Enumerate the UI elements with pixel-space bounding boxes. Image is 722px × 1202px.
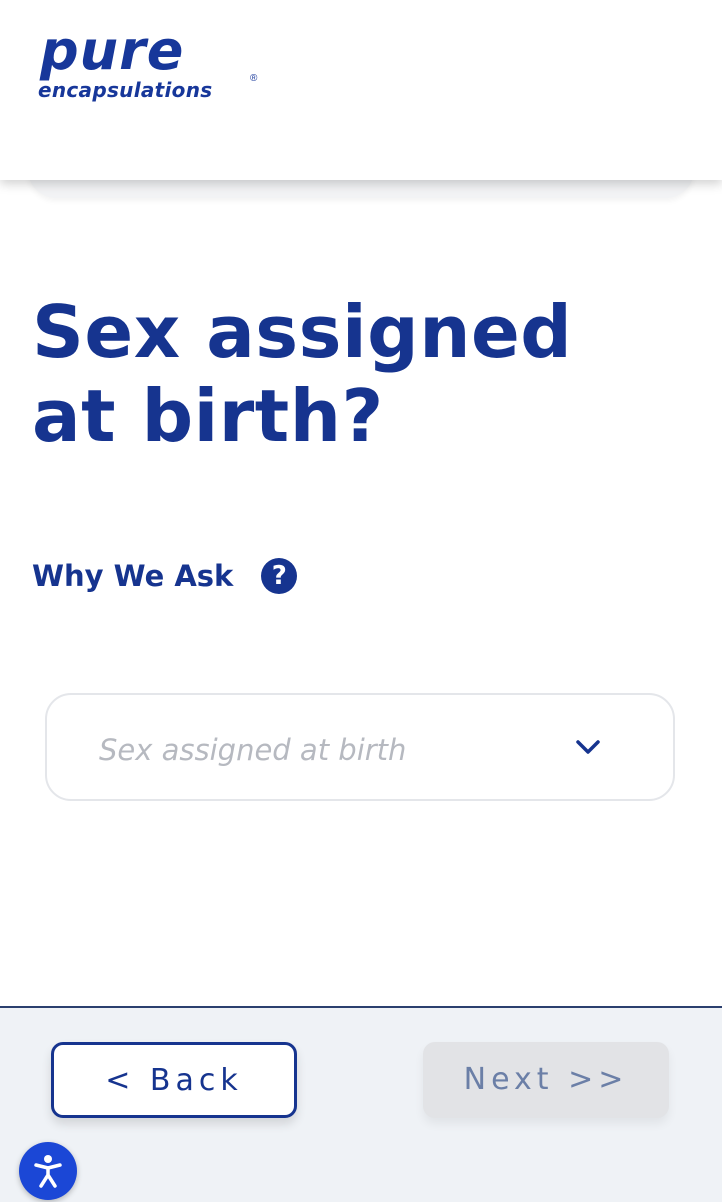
why-we-ask-link[interactable]: Why We Ask ? [32, 556, 298, 596]
header: pure encapsulations ® [0, 0, 722, 180]
back-button[interactable]: < Back [51, 1042, 297, 1118]
logo-subtitle: encapsulations [38, 78, 213, 102]
next-button[interactable]: Next >> [423, 1042, 669, 1118]
select-placeholder: Sex assigned at birth [99, 733, 407, 767]
logo-wordmark: pure [40, 19, 185, 82]
accessibility-icon [34, 1155, 62, 1188]
footer-nav: < Back Next >> [0, 1006, 722, 1202]
help-circle-icon[interactable]: ? [261, 558, 298, 594]
accessibility-button[interactable] [19, 1142, 77, 1200]
question-title: Sex assigned at birth? [32, 290, 573, 458]
sex-assigned-select[interactable]: Sex assigned at birth [45, 693, 675, 801]
chevron-down-icon [576, 740, 600, 754]
why-we-ask-label: Why We Ask [32, 559, 234, 593]
pure-encapsulations-logo[interactable]: pure encapsulations ® [36, 24, 276, 108]
logo-registered-mark: ® [250, 73, 258, 84]
